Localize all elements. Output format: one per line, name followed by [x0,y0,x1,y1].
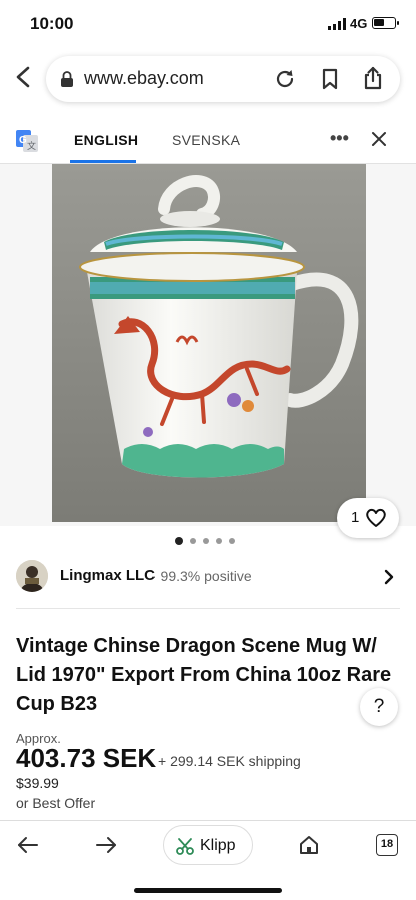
klipp-button[interactable]: Klipp [163,825,253,865]
tab-svenska[interactable]: SVENSKA [172,132,240,148]
more-options-icon[interactable]: ••• [330,128,349,149]
seller-avatar [16,560,48,592]
carousel-dot[interactable] [175,537,183,545]
carousel-dot[interactable] [190,538,196,544]
svg-text:文: 文 [27,140,36,151]
bookmark-icon[interactable] [320,68,340,90]
seller-rating: · 99.3% positive [152,568,252,584]
tab-english[interactable]: ENGLISH [74,132,138,148]
url-text[interactable]: www.ebay.com [84,68,204,89]
close-icon[interactable] [370,130,388,148]
product-title: Vintage Chinse Dragon Scene Mug W/ Lid 1… [16,635,392,715]
shipping-cost: + 299.14 SEK shipping [158,753,301,769]
address-bar[interactable]: www.ebay.com [46,56,400,102]
original-price: $39.99 [16,775,59,791]
home-indicator [134,888,282,893]
status-time: 10:00 [30,14,74,33]
seller-row[interactable]: Lingmax LLC · 99.3% positive [0,556,416,600]
svg-text:G: G [19,135,27,146]
help-button[interactable]: ? [360,688,398,726]
chevron-right-icon[interactable] [382,568,396,586]
product-image-carousel[interactable]: 1 [0,164,416,538]
carousel-dots [175,536,235,546]
translate-bar: G 文 ENGLISH SVENSKA ••• [0,116,416,164]
divider [16,608,400,609]
signal-icon [328,18,346,30]
status-bar: 10:00 4G [0,0,416,48]
home-icon[interactable] [298,834,320,856]
share-icon[interactable] [362,66,384,90]
forward-icon[interactable] [94,835,118,855]
watch-count: 1 [351,509,360,526]
active-tab-indicator [70,160,136,163]
lock-icon [61,71,73,87]
scissors-icon [176,838,194,855]
browser-bottom-bar: Klipp 18 [0,820,416,900]
reload-icon[interactable] [274,68,296,90]
carousel-dot[interactable] [203,538,209,544]
best-offer-label: or Best Offer [16,795,96,811]
back-icon[interactable] [16,835,40,855]
google-translate-icon[interactable]: G 文 [16,130,38,152]
carousel-dot[interactable] [229,538,235,544]
klipp-label: Klipp [200,837,236,854]
heart-icon [366,508,386,527]
dragon-mug-photo[interactable] [52,164,366,522]
battery-fill [374,19,384,26]
price: 403.73 SEK [16,743,157,773]
tabs-count-button[interactable]: 18 [376,834,398,856]
carousel-dot[interactable] [216,538,222,544]
seller-name[interactable]: Lingmax LLC [60,567,155,584]
network-label: 4G [350,16,368,31]
battery-icon [372,17,399,29]
watch-button[interactable]: 1 [337,498,399,538]
back-arrow-icon[interactable] [10,62,38,92]
